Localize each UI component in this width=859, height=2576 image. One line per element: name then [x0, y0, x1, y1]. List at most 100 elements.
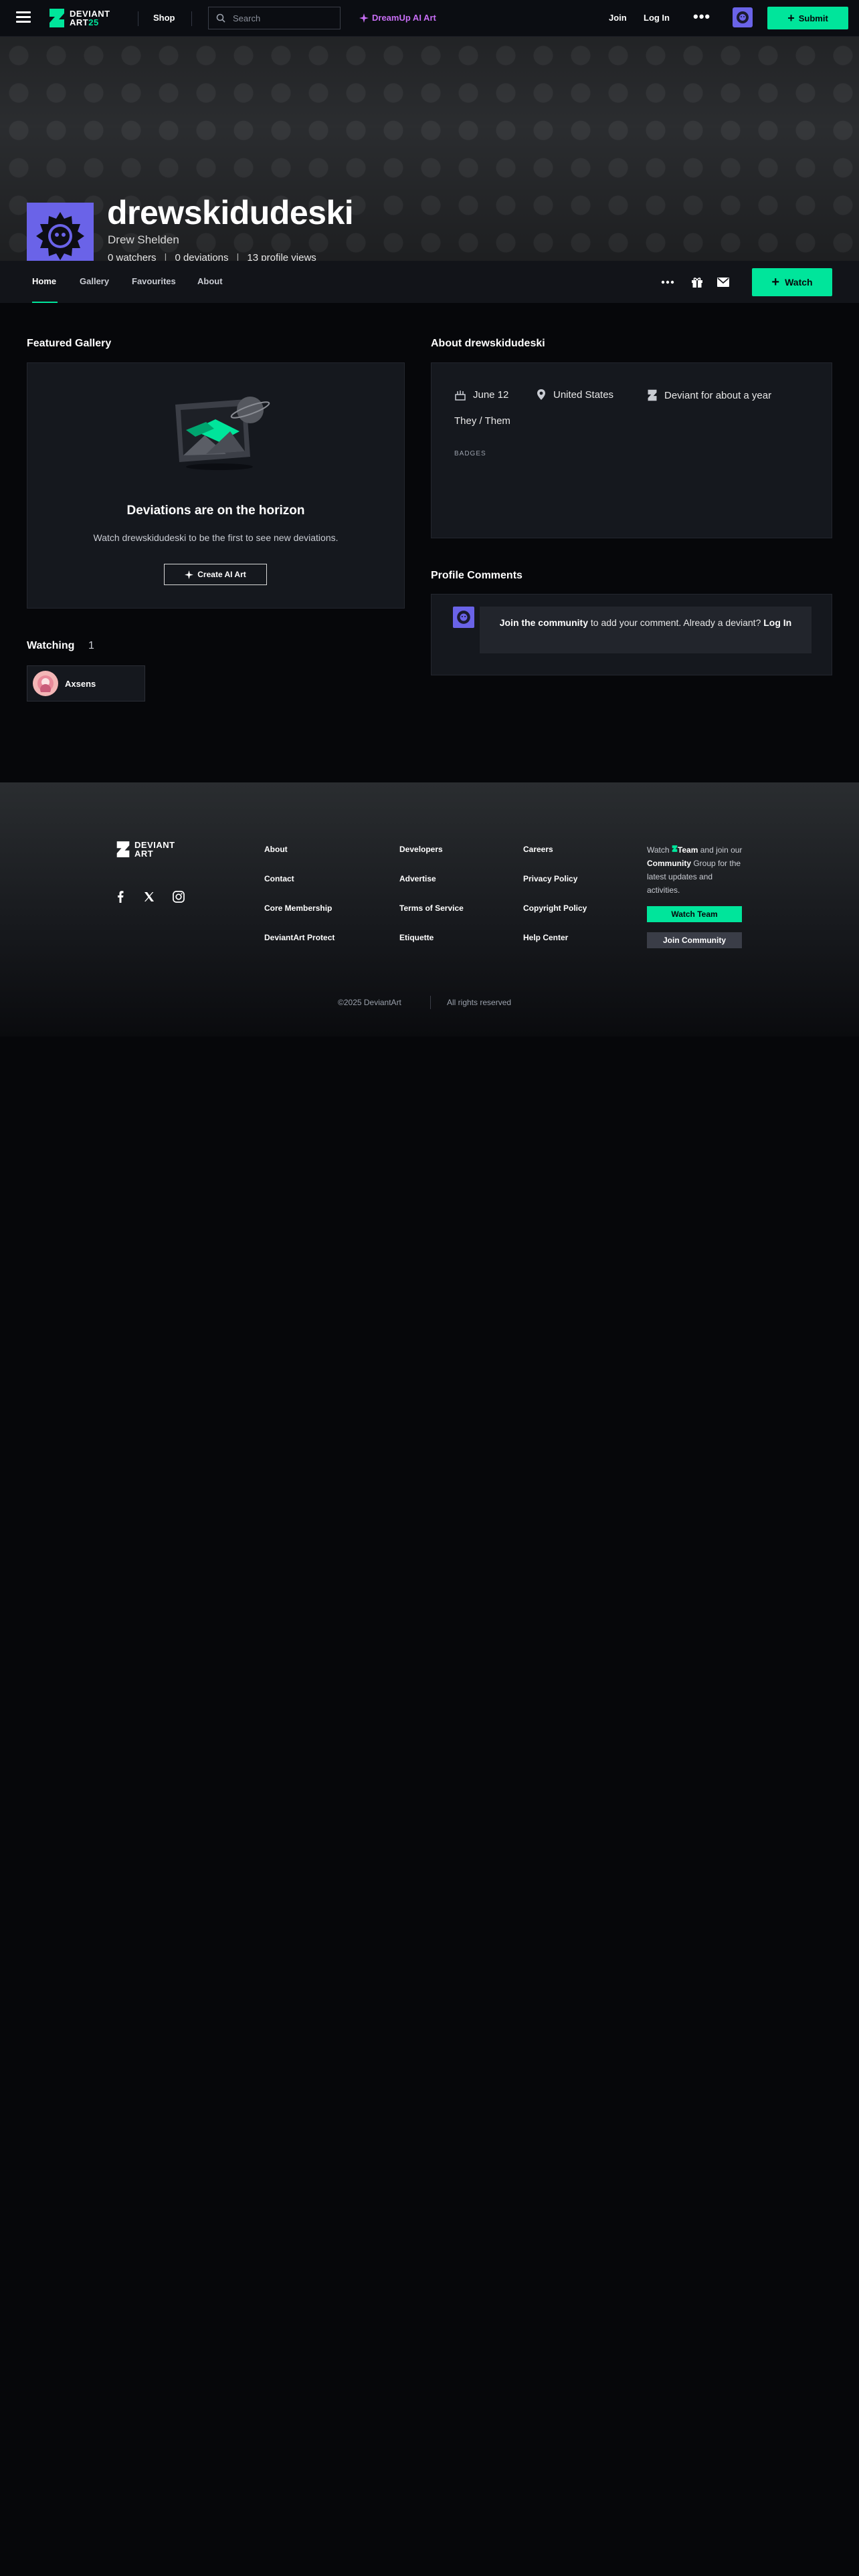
profile-username: drewskidudeski — [107, 194, 354, 231]
search-box[interactable] — [208, 7, 341, 29]
birthday-row: June 12 — [454, 389, 508, 401]
promo-and: and join our — [700, 845, 743, 855]
deviantart-logo[interactable]: DEVIANT ART25 — [48, 6, 110, 30]
footer-link-etiquette[interactable]: Etiquette — [399, 933, 434, 942]
footer-link-advertise[interactable]: Advertise — [399, 874, 436, 883]
featured-gallery-title: Featured Gallery — [27, 338, 112, 349]
login-link[interactable]: Log In — [644, 13, 670, 23]
footer-logo-word-art: ART — [134, 849, 154, 859]
join-community-link[interactable]: Join the community — [500, 617, 588, 628]
footer-link-help-center[interactable]: Help Center — [523, 933, 568, 942]
watching-count: 1 — [88, 640, 94, 651]
profile-avatar[interactable] — [27, 203, 94, 270]
birthday: June 12 — [473, 389, 509, 401]
user-avatar-icon — [453, 607, 474, 628]
join-community-button[interactable]: Join Community — [647, 932, 742, 948]
watch-label: Watch — [785, 277, 813, 288]
menu-icon[interactable] — [16, 11, 31, 23]
footer-link-core-membership[interactable]: Core Membership — [264, 903, 332, 913]
create-ai-art-button[interactable]: Create AI Art — [164, 564, 267, 585]
watching-item[interactable]: Axsens — [27, 665, 145, 702]
profile-banner: drewskidudeski Drew Shelden 0 watchers |… — [0, 37, 859, 270]
rights-text: All rights reserved — [447, 998, 512, 1007]
more-icon[interactable] — [660, 275, 675, 290]
dreamup-link[interactable]: DreamUp AI Art — [359, 13, 436, 23]
footer-link-copyright-policy[interactable]: Copyright Policy — [523, 903, 587, 913]
shop-link[interactable]: Shop — [153, 13, 175, 23]
deviantart-icon — [648, 389, 657, 401]
mail-icon[interactable] — [716, 275, 731, 290]
search-input[interactable] — [231, 12, 335, 24]
footer-link-deviantart-protect[interactable]: DeviantArt Protect — [264, 933, 335, 942]
promo-community: Community — [647, 859, 691, 868]
plus-icon: + — [787, 11, 795, 25]
promo-watch: Watch — [647, 845, 670, 855]
deviantart-icon — [672, 845, 678, 852]
footer-link-about[interactable]: About — [264, 845, 288, 854]
instagram-icon[interactable] — [171, 889, 186, 904]
pronouns: They / Them — [454, 415, 510, 427]
watch-button[interactable]: + Watch — [752, 268, 832, 296]
sparkle-icon — [359, 13, 369, 23]
submit-label: Submit — [798, 13, 828, 23]
dreamup-label: DreamUp AI Art — [372, 13, 436, 23]
divider — [430, 996, 431, 1009]
gift-icon[interactable] — [690, 275, 704, 290]
tab-favourites[interactable]: Favourites — [132, 276, 176, 286]
deviantart-logo-icon — [50, 9, 64, 27]
badges-label: BADGES — [454, 450, 486, 457]
footer-link-careers[interactable]: Careers — [523, 845, 553, 854]
location-row: United States — [536, 389, 613, 401]
watching-item-name: Axsens — [65, 678, 96, 689]
user-avatar-icon[interactable] — [733, 7, 753, 27]
empty-gallery-description: Watch drewskidudeski to be the first to … — [93, 532, 339, 543]
logo-word-art: ART — [70, 17, 89, 27]
x-icon[interactable] — [142, 889, 157, 904]
promo-team: Team — [677, 845, 698, 855]
watching-title: Watching — [27, 640, 75, 651]
tab-gallery[interactable]: Gallery — [80, 276, 109, 286]
profile-comments-title: Profile Comments — [431, 570, 522, 581]
divider — [191, 11, 192, 26]
active-tab-indicator — [32, 302, 58, 303]
tab-about[interactable]: About — [197, 276, 223, 286]
footer-link-terms-of-service[interactable]: Terms of Service — [399, 903, 464, 913]
submit-button[interactable]: + Submit — [767, 7, 848, 29]
empty-gallery-illustration-icon — [175, 397, 270, 470]
more-icon[interactable]: ••• — [693, 8, 710, 25]
footer-link-privacy-policy[interactable]: Privacy Policy — [523, 874, 577, 883]
featured-gallery-card: Deviations are on the horizon Watch drew… — [27, 362, 405, 609]
comment-login-link[interactable]: Log In — [763, 617, 791, 628]
profile-comments-card: Join the community to add your comment. … — [431, 594, 832, 675]
top-navigation-bar: DEVIANT ART25 Shop DreamUp AI Art Join L… — [0, 0, 859, 37]
footer-promo-text: Watch Team and join our Community Group … — [647, 843, 747, 897]
profile-realname: Drew Shelden — [108, 233, 179, 246]
plus-icon: + — [771, 275, 780, 290]
join-link[interactable]: Join — [609, 13, 627, 23]
avatar — [33, 671, 58, 696]
sparkle-icon — [185, 570, 194, 579]
avatar-icon — [36, 212, 84, 260]
profile-tabs: Home Gallery Favourites About + Watch — [0, 261, 859, 303]
search-icon — [216, 13, 225, 23]
facebook-icon[interactable] — [113, 889, 128, 904]
create-ai-art-label: Create AI Art — [197, 570, 246, 579]
location: United States — [553, 389, 614, 401]
comment-prompt: Join the community to add your comment. … — [480, 607, 812, 653]
comment-prompt-text: to add your comment. Already a deviant? — [587, 617, 764, 628]
location-pin-icon — [537, 389, 545, 400]
about-card: June 12 United States Deviant for about … — [431, 362, 832, 538]
footer-logo[interactable]: DEVIANT ART — [116, 839, 175, 859]
deviantart-logo-icon — [116, 841, 130, 857]
tab-home[interactable]: Home — [32, 276, 56, 286]
member-duration: Deviant for about a year — [664, 389, 772, 401]
membership-row: Deviant for about a year — [647, 389, 771, 402]
about-title: About drewskidudeski — [431, 338, 545, 349]
watch-team-button[interactable]: Watch Team — [647, 906, 742, 922]
cake-icon — [455, 391, 466, 401]
footer-link-contact[interactable]: Contact — [264, 874, 294, 883]
footer-link-developers[interactable]: Developers — [399, 845, 443, 854]
copyright-text: ©2025 DeviantArt — [338, 998, 401, 1007]
footer: DEVIANT ART About Contact Core Membershi… — [0, 782, 859, 1037]
empty-gallery-heading: Deviations are on the horizon — [126, 504, 305, 518]
